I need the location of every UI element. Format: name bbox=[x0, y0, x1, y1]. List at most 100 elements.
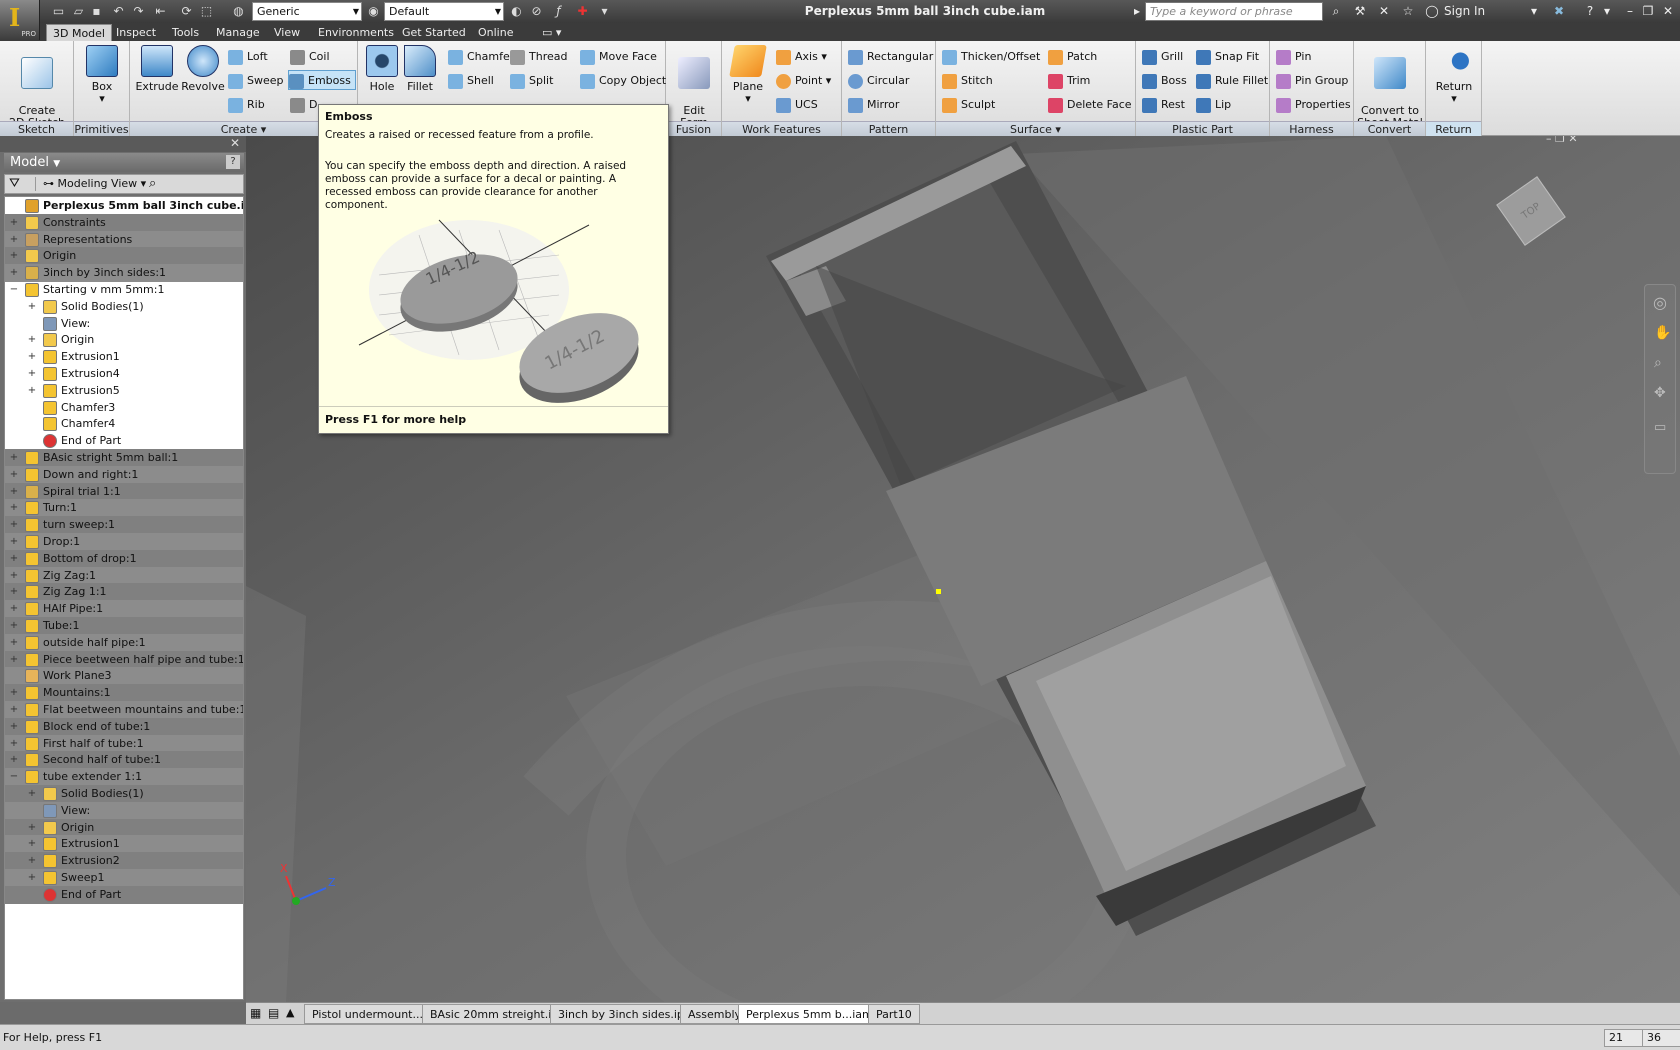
expander-icon[interactable]: + bbox=[27, 298, 37, 316]
hole-button[interactable]: Hole bbox=[362, 45, 402, 93]
tree-row[interactable]: +3inch by 3inch sides:1 bbox=[5, 264, 243, 283]
boss-button[interactable]: Boss bbox=[1142, 71, 1187, 91]
user-icon[interactable]: ◯ bbox=[1424, 3, 1440, 20]
tree-row[interactable]: + Origin bbox=[5, 247, 243, 266]
tab-3d-model[interactable]: 3D Model bbox=[46, 24, 112, 41]
binoculars-icon[interactable]: ⌕ bbox=[1328, 3, 1344, 20]
box-button[interactable]: Box ▾ bbox=[80, 45, 124, 105]
snap-fit-button[interactable]: Snap Fit bbox=[1196, 47, 1259, 67]
stitch-button[interactable]: Stitch bbox=[942, 71, 993, 91]
steering-wheel-icon[interactable]: ◎ bbox=[1653, 293, 1667, 312]
tab-get-started[interactable]: Get Started bbox=[396, 24, 472, 41]
viewport-close-icon[interactable]: ✕ bbox=[1568, 136, 1577, 145]
tree-row[interactable]: View: bbox=[5, 801, 243, 820]
expander-icon[interactable]: + bbox=[9, 583, 19, 601]
extrude-button[interactable]: Extrude bbox=[134, 45, 180, 93]
add-icon[interactable]: ✚ bbox=[574, 3, 591, 20]
coil-button[interactable]: Coil bbox=[290, 47, 330, 67]
close-icon[interactable]: ✕ bbox=[1660, 3, 1676, 20]
convert-to-sheet-metal-button[interactable]: Convert to Sheet Metal bbox=[1356, 45, 1424, 129]
expander-icon[interactable]: + bbox=[9, 567, 19, 585]
browser-title[interactable]: Model ▼ ? bbox=[4, 153, 244, 172]
rest-button[interactable]: Rest bbox=[1142, 95, 1185, 115]
panel-label-surface[interactable]: Surface ▾ bbox=[936, 121, 1135, 136]
return-button[interactable]: Return ▾ bbox=[1430, 45, 1478, 105]
circular-pattern-button[interactable]: Circular bbox=[848, 71, 909, 91]
customize-icon[interactable]: ▾ bbox=[596, 3, 613, 20]
point-button[interactable]: Point ▾ bbox=[776, 71, 831, 91]
tree-row[interactable]: + Mountains:1 bbox=[5, 684, 243, 703]
loft-button[interactable]: Loft bbox=[228, 47, 268, 67]
new-icon[interactable]: ▭ bbox=[50, 3, 67, 20]
tree-row[interactable]: End of Part bbox=[5, 885, 243, 904]
tree-row[interactable]: + Solid Bodies(1) bbox=[5, 785, 243, 803]
trim-button[interactable]: Trim bbox=[1048, 71, 1090, 91]
clear-icon[interactable]: ⊘ bbox=[528, 3, 545, 20]
expander-icon[interactable]: + bbox=[27, 819, 37, 837]
tab-tools[interactable]: Tools bbox=[166, 24, 205, 41]
expander-icon[interactable]: + bbox=[9, 499, 19, 517]
mirror-button[interactable]: Mirror bbox=[848, 95, 899, 115]
tree-row[interactable]: Work Plane3 bbox=[5, 667, 243, 686]
tree-row[interactable]: Chamfer3 bbox=[5, 399, 243, 417]
fx-icon[interactable]: ƒ bbox=[550, 3, 567, 20]
tree-row[interactable]: + HAlf Pipe:1 bbox=[5, 600, 243, 619]
create-2d-sketch-button[interactable]: Create 2D Sketch bbox=[6, 45, 68, 129]
tree-row[interactable]: + Zig Zag:1 bbox=[5, 566, 243, 585]
pin-button[interactable]: Pin bbox=[1276, 47, 1311, 67]
return-icon[interactable]: ⇤ bbox=[152, 3, 169, 20]
pin-group-button[interactable]: Pin Group bbox=[1276, 71, 1348, 91]
edit-form-button[interactable]: Edit Form bbox=[672, 45, 716, 129]
wrench-icon[interactable]: ✕ bbox=[1376, 3, 1392, 20]
expander-icon[interactable]: − bbox=[9, 281, 19, 299]
tree-row[interactable]: + Spiral trial 1:1 bbox=[5, 482, 243, 501]
select-icon[interactable]: ⬚ bbox=[198, 3, 215, 20]
tab-inspect[interactable]: Inspect bbox=[110, 24, 162, 41]
save-icon[interactable]: ▪ bbox=[88, 3, 105, 20]
tree-row[interactable]: + Bottom of drop:1 bbox=[5, 549, 243, 568]
emboss-button[interactable]: Emboss bbox=[288, 70, 356, 90]
tree-row[interactable]: Perplexus 5mm ball 3inch cube.iam bbox=[5, 197, 243, 215]
tree-row[interactable]: + Zig Zag 1:1 bbox=[5, 583, 243, 602]
properties-button[interactable]: Properties bbox=[1276, 95, 1351, 115]
tile-windows-icon[interactable]: ▦ bbox=[250, 1006, 261, 1020]
tree-row[interactable]: + Flat beetween mountains and tube:1 bbox=[5, 701, 243, 719]
tree-row[interactable]: − Starting v mm 5mm:1 bbox=[5, 281, 243, 299]
tree-row[interactable]: + Drop:1 bbox=[5, 533, 243, 551]
expander-icon[interactable]: + bbox=[9, 231, 19, 249]
expand-search-icon[interactable]: ▸ bbox=[1132, 3, 1142, 20]
tree-row[interactable]: + Sweep1 bbox=[5, 869, 243, 887]
document-tab[interactable]: 3inch by 3inch sides.ipt bbox=[550, 1004, 697, 1024]
expander-icon[interactable]: + bbox=[9, 550, 19, 568]
tree-row[interactable]: End of Part bbox=[5, 432, 243, 450]
appearance-dropdown[interactable]: Default ▼ bbox=[384, 2, 504, 21]
expander-icon[interactable]: + bbox=[27, 382, 37, 400]
expander-icon[interactable]: + bbox=[27, 835, 37, 853]
material-dropdown[interactable]: Generic ▼ bbox=[252, 2, 362, 21]
tree-row[interactable]: + Extrusion1 bbox=[5, 348, 243, 366]
tree-row[interactable]: + Solid Bodies(1) bbox=[5, 298, 243, 316]
expander-icon[interactable]: + bbox=[9, 634, 19, 652]
expander-icon[interactable]: + bbox=[9, 617, 19, 635]
viewport-minimize-icon[interactable]: – bbox=[1546, 136, 1552, 145]
tree-row[interactable]: + Turn:1 bbox=[5, 499, 243, 518]
tab-manage[interactable]: Manage bbox=[210, 24, 266, 41]
minimize-icon[interactable]: – bbox=[1622, 3, 1638, 20]
look-at-icon[interactable]: ▭ bbox=[1654, 420, 1666, 435]
application-menu-button[interactable]: I PRO bbox=[0, 0, 40, 40]
view-dropdown[interactable]: ⊶ Modeling View ▾ bbox=[43, 177, 146, 190]
sign-in-link[interactable]: Sign In bbox=[1444, 3, 1504, 20]
sweep-button[interactable]: Sweep bbox=[228, 71, 284, 91]
expander-icon[interactable]: + bbox=[9, 735, 19, 753]
adjust-icon[interactable]: ◐ bbox=[508, 3, 525, 20]
sculpt-button[interactable]: Sculpt bbox=[942, 95, 995, 115]
expander-icon[interactable]: + bbox=[9, 214, 19, 232]
tree-row[interactable]: + Tube:1 bbox=[5, 617, 243, 635]
browser-close-icon[interactable]: ✕ bbox=[230, 136, 240, 150]
tree-row[interactable]: + turn sweep:1 bbox=[5, 516, 243, 535]
star-icon[interactable]: ☆ bbox=[1400, 3, 1416, 20]
tree-row[interactable]: + Second half of tube:1 bbox=[5, 751, 243, 770]
copy-object-button[interactable]: Copy Object bbox=[580, 71, 666, 91]
zoom-icon[interactable]: ⌕ bbox=[1654, 355, 1662, 371]
document-tab[interactable]: Part10 bbox=[868, 1004, 920, 1024]
